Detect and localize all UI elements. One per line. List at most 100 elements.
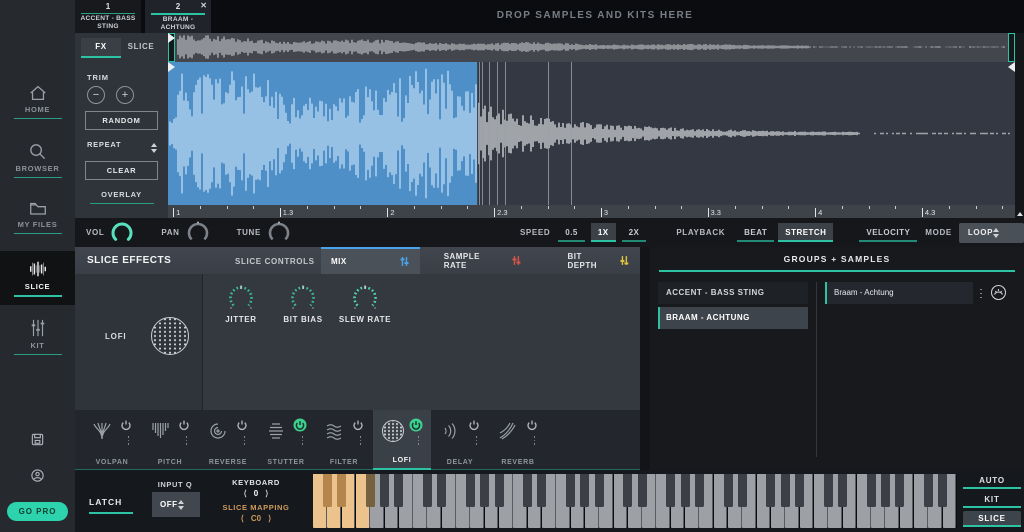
rack-effect-lofi[interactable]: LOFI (373, 410, 431, 470)
sample-item[interactable]: Braam - Achtung (825, 282, 973, 304)
piano-key-black[interactable] (695, 474, 704, 507)
prev-icon[interactable]: ⟨ (234, 514, 251, 523)
velocity-toggle[interactable]: VELOCITY (859, 223, 917, 242)
piano-key-black[interactable] (795, 474, 804, 507)
speed-option-05[interactable]: 0.5 (558, 223, 585, 242)
slice-marker[interactable] (571, 62, 572, 205)
rack-effect-filter[interactable]: FILTER (315, 410, 373, 470)
slice-marker[interactable] (505, 62, 506, 205)
piano-key-black[interactable] (380, 474, 389, 507)
tune-knob[interactable] (266, 220, 292, 246)
options-dots-icon[interactable] (360, 434, 362, 447)
sample-tab-1[interactable]: 1 ACCENT - BASS STING (75, 0, 141, 33)
waveform-overview[interactable] (168, 33, 1015, 62)
piano-key-black[interactable] (638, 474, 647, 507)
power-toggle[interactable] (525, 416, 539, 434)
sidebar-item-home[interactable]: HOME (0, 84, 75, 119)
rack-effect-reverb[interactable]: REVERB (489, 410, 547, 470)
piano-key-black[interactable] (323, 474, 332, 507)
slew-rate-knob[interactable] (350, 283, 380, 313)
random-button[interactable]: RANDOM (85, 111, 158, 130)
overlay-toggle[interactable]: OVERLAY (75, 190, 168, 204)
stepper-icon[interactable] (178, 497, 196, 513)
piano-key-black[interactable] (724, 474, 733, 507)
piano-key-black[interactable] (824, 474, 833, 507)
stepper-icon[interactable] (151, 140, 157, 156)
sample-tab-2[interactable]: 2 ✕ BRAAM - ACHTUNG (145, 0, 211, 33)
pan-knob[interactable] (185, 220, 211, 246)
tab-bit-depth[interactable]: BIT DEPTH (557, 247, 640, 274)
overview-end-handle[interactable] (1008, 33, 1015, 62)
repeat-control[interactable]: REPEAT (87, 140, 157, 156)
next-icon[interactable]: ⟩ (258, 489, 275, 498)
piano-key-black[interactable] (666, 474, 675, 507)
options-dots-icon[interactable] (302, 434, 304, 447)
power-toggle[interactable] (409, 416, 423, 434)
power-toggle[interactable] (293, 416, 307, 434)
slice-marker[interactable] (482, 62, 483, 205)
piano-key-black[interactable] (495, 474, 504, 507)
rack-effect-volpan[interactable]: VOLPAN (83, 410, 141, 470)
slice-marker[interactable] (489, 62, 490, 205)
piano-key-black[interactable] (881, 474, 890, 507)
options-dots-icon[interactable] (476, 434, 478, 447)
sidebar-item-slice[interactable]: SLICE (0, 251, 75, 305)
speed-option-2x[interactable]: 2X (622, 223, 647, 242)
account-button[interactable] (0, 467, 75, 485)
rack-effect-reverse[interactable]: REVERSE (199, 410, 257, 470)
bit-bias-knob[interactable] (288, 283, 318, 313)
slice-marker[interactable] (479, 62, 480, 205)
piano-key-black[interactable] (938, 474, 947, 507)
power-toggle[interactable] (177, 416, 191, 434)
options-dots-icon[interactable] (980, 286, 982, 301)
piano-key-black[interactable] (566, 474, 575, 507)
options-dots-icon[interactable] (244, 434, 246, 447)
piano-key-black[interactable] (623, 474, 632, 507)
jitter-knob[interactable] (226, 283, 256, 313)
loop-start-marker[interactable] (168, 33, 175, 43)
piano-key-black[interactable] (537, 474, 546, 507)
piano-key-black[interactable] (681, 474, 690, 507)
tab-fx[interactable]: FX (81, 38, 121, 58)
tab-sample-rate[interactable]: SAMPLE RATE (434, 247, 532, 274)
sidebar-item-my-files[interactable]: MY FILES (0, 200, 75, 234)
go-pro-button[interactable]: GO PRO (7, 502, 68, 521)
options-dots-icon[interactable] (186, 434, 188, 447)
piano-key-black[interactable] (867, 474, 876, 507)
next-icon[interactable]: ⟩ (261, 514, 278, 523)
piano-key-black[interactable] (480, 474, 489, 507)
piano-key-black[interactable] (366, 474, 375, 507)
trim-minus-button[interactable]: − (87, 86, 105, 104)
timeline-ruler[interactable]: 11.322.333.344.3 (168, 205, 1015, 218)
loop-end-marker[interactable] (1008, 62, 1015, 72)
sidebar-item-browser[interactable]: BROWSER (0, 142, 75, 178)
piano-key-black[interactable] (781, 474, 790, 507)
view-slice-button[interactable]: SLICE (963, 511, 1021, 527)
vol-knob[interactable] (109, 220, 135, 246)
latch-toggle[interactable]: LATCH (89, 497, 133, 514)
save-kit-button[interactable] (0, 431, 75, 449)
speed-option-1x[interactable]: 1X (591, 223, 616, 242)
piano-key-black[interactable] (423, 474, 432, 507)
piano-key-black[interactable] (580, 474, 589, 507)
waveform-editor[interactable] (168, 62, 1015, 205)
rack-effect-stutter[interactable]: STUTTER (257, 410, 315, 470)
piano-key-black[interactable] (466, 474, 475, 507)
tab-mix[interactable]: MIX (321, 247, 420, 274)
prev-icon[interactable]: ⟨ (237, 489, 254, 498)
mode-select[interactable]: LOOP (959, 223, 1024, 243)
piano-key-black[interactable] (838, 474, 847, 507)
piano-key-black[interactable] (337, 474, 346, 507)
options-dots-icon[interactable] (128, 434, 130, 447)
group-item[interactable]: ACCENT - BASS STING (658, 282, 808, 304)
close-icon[interactable]: ✕ (200, 1, 207, 10)
view-kit-button[interactable]: KIT (963, 492, 1021, 508)
piano-key-black[interactable] (595, 474, 604, 507)
piano-key-black[interactable] (437, 474, 446, 507)
options-dots-icon[interactable] (418, 434, 420, 447)
lofi-effect-icon[interactable] (151, 317, 189, 355)
trim-plus-button[interactable]: + (116, 86, 134, 104)
options-dots-icon[interactable] (534, 434, 536, 447)
input-q-select[interactable]: OFF (152, 492, 200, 517)
power-toggle[interactable] (119, 416, 133, 434)
